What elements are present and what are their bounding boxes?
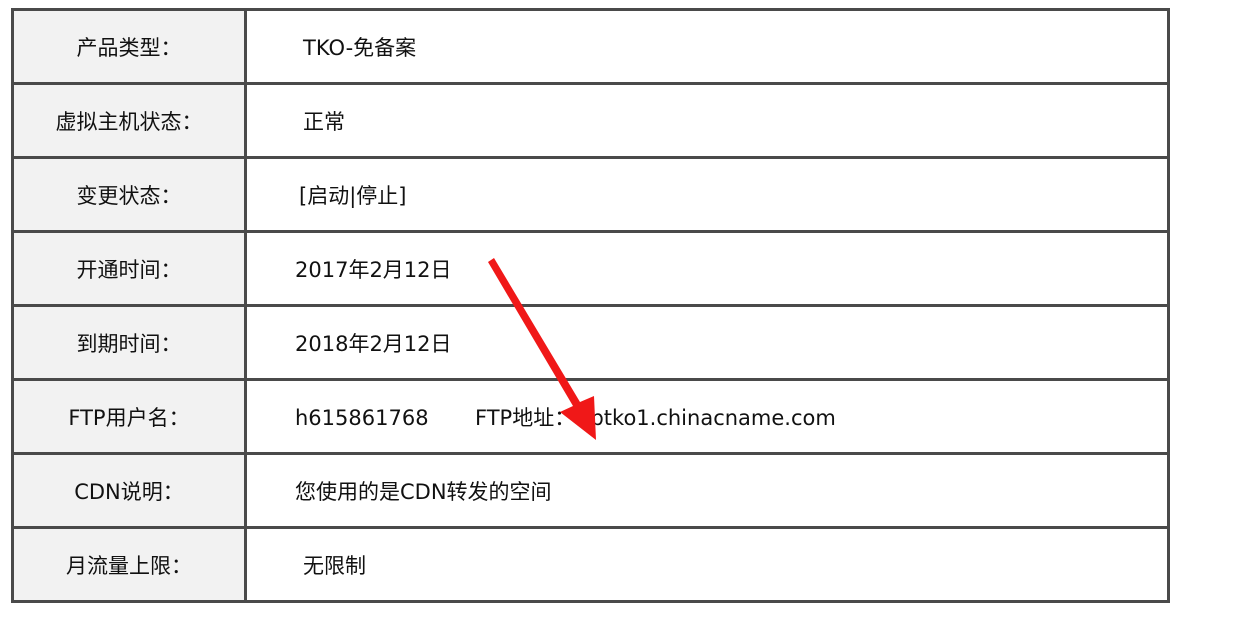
table-row: FTP用户名： h615861768 FTP地址：ftptko1.chinacna… [11,378,1170,455]
product-type-value: TKO-免备案 [303,35,417,60]
traffic-limit-value: 无限制 [303,553,366,578]
cdn-note-value: 您使用的是CDN转发的空间 [295,479,552,504]
expire-date-label: 到期时间： [11,304,247,381]
table-row: 开通时间： 2017年2月12日 [11,230,1170,307]
host-info-table: 产品类型： TKO-免备案 虚拟主机状态： 正常 变更状态： [启动|停止] 开… [11,8,1170,603]
product-type-label: 产品类型： [11,8,247,85]
change-status-links[interactable]: [启动|停止] [249,180,406,210]
table-row: 到期时间： 2018年2月12日 [11,304,1170,381]
host-status-label: 虚拟主机状态： [11,82,247,159]
change-status-label: 变更状态： [11,156,247,233]
ftp-address-label: FTP地址： [475,405,576,430]
table-row: 变更状态： [启动|停止] [11,156,1170,233]
open-date-label: 开通时间： [11,230,247,307]
table-row: CDN说明： 您使用的是CDN转发的空间 [11,452,1170,529]
host-status-value: 正常 [303,109,345,134]
traffic-limit-label: 月流量上限： [11,526,247,603]
open-date-value: 2017年2月12日 [295,257,452,282]
table-row: 月流量上限： 无限制 [11,526,1170,603]
table-row: 虚拟主机状态： 正常 [11,82,1170,159]
table-row: 产品类型： TKO-免备案 [11,8,1170,85]
expire-date-value: 2018年2月12日 [295,331,452,356]
ftp-username-label: FTP用户名： [11,378,247,455]
cdn-note-label: CDN说明： [11,452,247,529]
ftp-username-value: h615861768 [295,405,429,430]
ftp-address-value: ftptko1.chinacname.com [575,405,836,430]
